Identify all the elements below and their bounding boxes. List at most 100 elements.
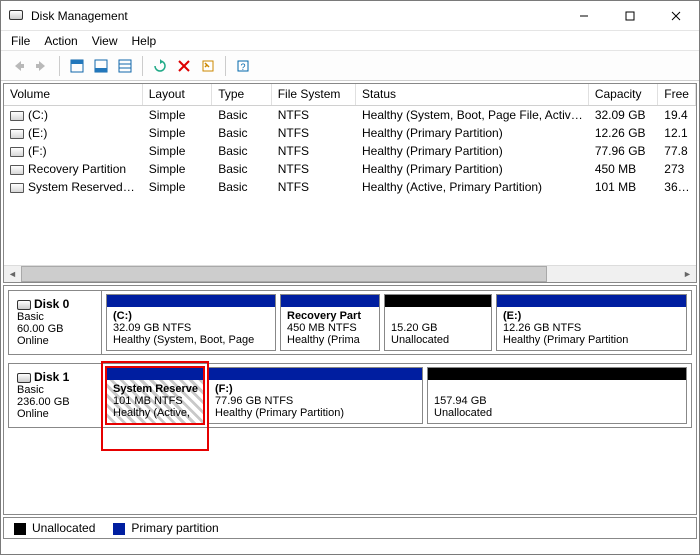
delete-button[interactable]	[173, 55, 195, 77]
partition-name: Recovery Part	[287, 310, 361, 322]
partition[interactable]: (C:) 32.09 GB NTFS Healthy (System, Boot…	[106, 294, 276, 351]
volume-list-header: Volume Layout Type File System Status Ca…	[4, 84, 696, 106]
partition-color-bar	[107, 368, 203, 380]
volume-free: 19.4	[658, 108, 696, 122]
window-controls	[561, 1, 699, 30]
partition-unallocated[interactable]: 15.20 GB Unallocated	[384, 294, 492, 351]
toolbar-separator	[142, 56, 143, 76]
column-type[interactable]: Type	[212, 84, 272, 105]
partition[interactable]: Recovery Part 450 MB NTFS Healthy (Prima	[280, 294, 380, 351]
menu-action[interactable]: Action	[44, 34, 77, 48]
disk-info[interactable]: Disk 0 Basic 60.00 GB Online	[8, 290, 102, 355]
help-button[interactable]: ?	[232, 55, 254, 77]
disk-state: Online	[17, 408, 93, 420]
disk-size: 60.00 GB	[17, 323, 93, 335]
column-volume[interactable]: Volume	[4, 84, 143, 105]
partition-color-bar	[209, 368, 422, 380]
column-capacity[interactable]: Capacity	[589, 84, 658, 105]
volume-row[interactable]: (F:) Simple Basic NTFS Healthy (Primary …	[4, 142, 696, 160]
forward-button[interactable]	[31, 55, 53, 77]
volume-name: System Reserved P...	[28, 180, 143, 194]
partition-selected[interactable]: System Reserve 101 MB NTFS Healthy (Acti…	[106, 367, 204, 424]
disk-label: Disk 0	[34, 297, 69, 311]
disk-state: Online	[17, 335, 93, 347]
drive-icon	[10, 129, 24, 139]
disk-row: Disk 1 Basic 236.00 GB Online System Res…	[8, 363, 692, 428]
column-free[interactable]: Free	[658, 84, 696, 105]
volume-status: Healthy (System, Boot, Page File, Active…	[356, 108, 589, 122]
disk-graphical-pane: Disk 0 Basic 60.00 GB Online (C:) 32.09 …	[3, 285, 697, 515]
show-bottom-pane-button[interactable]	[90, 55, 112, 77]
drive-icon	[10, 111, 24, 121]
show-list-view-button[interactable]	[114, 55, 136, 77]
drive-icon	[10, 165, 24, 175]
horizontal-scrollbar[interactable]: ◄ ►	[4, 265, 696, 282]
partition-size: 450 MB NTFS	[287, 322, 357, 334]
disk-strip: System Reserve 101 MB NTFS Healthy (Acti…	[102, 363, 692, 428]
partition-size: 15.20 GB	[391, 322, 437, 334]
scroll-right-arrow[interactable]: ►	[679, 266, 696, 282]
drive-icon	[10, 147, 24, 157]
legend-swatch-primary	[113, 523, 125, 535]
minimize-button[interactable]	[561, 1, 607, 30]
volume-name: Recovery Partition	[28, 162, 126, 176]
show-top-pane-button[interactable]	[66, 55, 88, 77]
column-filesystem[interactable]: File System	[272, 84, 356, 105]
partition-color-bar	[107, 295, 275, 307]
volume-name: (E:)	[28, 126, 47, 140]
volume-row[interactable]: System Reserved P... Simple Basic NTFS H…	[4, 178, 696, 196]
menu-view[interactable]: View	[92, 34, 118, 48]
partition-size: 77.96 GB NTFS	[215, 395, 293, 407]
disk-icon	[17, 373, 31, 383]
disk-label: Disk 1	[34, 370, 69, 384]
partition-size: 32.09 GB NTFS	[113, 322, 191, 334]
scroll-thumb[interactable]	[21, 266, 547, 282]
partition-status: Healthy (System, Boot, Page	[113, 334, 254, 346]
column-layout[interactable]: Layout	[143, 84, 212, 105]
partition-status: Healthy (Prima	[287, 334, 360, 346]
disk-size: 236.00 GB	[17, 396, 93, 408]
partition-name: (C:)	[113, 310, 132, 322]
scroll-left-arrow[interactable]: ◄	[4, 266, 21, 282]
partition[interactable]: (E:) 12.26 GB NTFS Healthy (Primary Part…	[496, 294, 687, 351]
partition-status: Healthy (Primary Partition)	[215, 407, 344, 419]
partition-size: 157.94 GB	[434, 395, 487, 407]
menu-bar: File Action View Help	[1, 31, 699, 51]
close-button[interactable]	[653, 1, 699, 30]
properties-button[interactable]	[197, 55, 219, 77]
menu-file[interactable]: File	[11, 34, 30, 48]
volume-row[interactable]: (E:) Simple Basic NTFS Healthy (Primary …	[4, 124, 696, 142]
window-title: Disk Management	[31, 9, 561, 23]
volume-name: (C:)	[28, 108, 48, 122]
column-status[interactable]: Status	[356, 84, 589, 105]
partition-name: System Reserve	[113, 383, 198, 395]
disk-icon	[17, 300, 31, 310]
partition-status: Healthy (Primary Partition	[503, 334, 628, 346]
volume-list-pane: Volume Layout Type File System Status Ca…	[3, 83, 697, 283]
refresh-button[interactable]	[149, 55, 171, 77]
volume-name: (F:)	[28, 144, 47, 158]
partition-status: Healthy (Active,	[113, 407, 190, 419]
disk-kind: Basic	[17, 311, 93, 323]
volume-fs: NTFS	[272, 108, 356, 122]
volume-row[interactable]: (C:) Simple Basic NTFS Healthy (System, …	[4, 106, 696, 124]
menu-help[interactable]: Help	[132, 34, 157, 48]
partition-unallocated[interactable]: 157.94 GB Unallocated	[427, 367, 687, 424]
toolbar-separator	[225, 56, 226, 76]
toolbar: ?	[1, 51, 699, 81]
back-button[interactable]	[7, 55, 29, 77]
volume-row[interactable]: Recovery Partition Simple Basic NTFS Hea…	[4, 160, 696, 178]
partition-color-bar	[497, 295, 686, 307]
partition-status: Unallocated	[391, 334, 449, 346]
partition[interactable]: (F:) 77.96 GB NTFS Healthy (Primary Part…	[208, 367, 423, 424]
partition-status: Unallocated	[434, 407, 492, 419]
disk-info[interactable]: Disk 1 Basic 236.00 GB Online	[8, 363, 102, 428]
maximize-button[interactable]	[607, 1, 653, 30]
volume-capacity: 32.09 GB	[589, 108, 658, 122]
scroll-track[interactable]	[21, 266, 679, 282]
app-icon	[9, 8, 25, 24]
legend: Unallocated Primary partition	[3, 517, 697, 539]
disk-kind: Basic	[17, 384, 93, 396]
partition-color-bar	[428, 368, 686, 380]
legend-item-primary: Primary partition	[113, 521, 218, 535]
